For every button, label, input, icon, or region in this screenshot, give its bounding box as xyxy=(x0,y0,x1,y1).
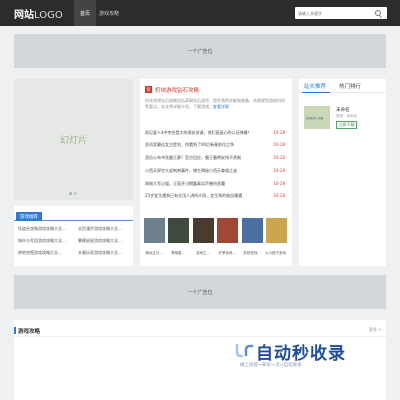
rec-item[interactable]: 怪盗社攻略游戏攻略大全... xyxy=(18,226,72,232)
game-thumbnail[interactable] xyxy=(144,218,165,243)
news-date: 10-28 xyxy=(273,155,285,160)
news-date: 10-28 xyxy=(273,142,285,147)
news-title: 网络大军过道，正面开讨揭露真实声誉的恶魔 xyxy=(145,181,225,186)
side-item-category: 类别：未命名 xyxy=(336,114,357,118)
side-item-name[interactable]: 未命名 xyxy=(336,107,350,113)
tab-hot-ranking[interactable]: 热门排行 xyxy=(339,82,361,90)
featured-title[interactable]: 奶块游戏钻石攻略 xyxy=(155,86,199,94)
news-row[interactable]: 网络大军过道，正面开讨揭露真实声誉的恶魔 10-28 xyxy=(145,181,285,188)
recommended-header: 游戏推荐 xyxy=(14,210,133,221)
game-thumbnail[interactable] xyxy=(168,218,189,243)
ad-banner-middle[interactable]: 一个广告位 xyxy=(14,275,386,309)
slideshow-label: 幻灯片 xyxy=(59,136,87,146)
watermark-logo-icon xyxy=(235,344,253,358)
news-row[interactable]: 小西天探空大叔刺刺事件，博主揭秘小西天尊道之谜 10-28 xyxy=(145,168,285,175)
slideshow[interactable]: 幻灯片 xyxy=(14,79,133,200)
thumbnail-caption: 黑暗星... xyxy=(171,251,185,255)
search-box xyxy=(295,7,387,19)
site-logo[interactable]: 网站LOGO xyxy=(14,6,63,21)
logo-light: LOGO xyxy=(34,10,63,21)
news-date: 10-28 xyxy=(273,181,285,186)
tab-webmaster-picks[interactable]: 站长推荐 xyxy=(304,82,326,90)
game-thumbnail[interactable] xyxy=(242,218,263,243)
logo-bold: 网站 xyxy=(14,10,34,21)
side-thumb-label: 游戏名称 | 攻略 xyxy=(306,117,324,120)
nav-games[interactable]: 游戏攻略 xyxy=(96,0,122,26)
news-title: 金项奖最佳女主提名，你猜到了00后新星前位之争 xyxy=(145,142,235,147)
thumbnail-caption: 开罗游戏... xyxy=(218,251,236,255)
search-icon[interactable] xyxy=(375,10,381,16)
thumbnail-caption: 单仙生长... xyxy=(145,251,163,255)
thumbnail-caption: 火小镇子游戏... xyxy=(265,251,287,255)
slide-dot-1[interactable] xyxy=(69,192,72,195)
news-title: 凌员公布冲洗霸王赛？官方回应，霸王霸将安排不然制 xyxy=(145,155,241,160)
news-row[interactable]: 凌员公布冲洗霸王赛？官方回应，霸王霸将安排不然制 10-28 xyxy=(145,155,285,162)
news-title: 25岁女生遭到已有业用人讲听大阳，女生帮的秘自遭遇 xyxy=(145,193,243,198)
game-thumbnail[interactable] xyxy=(217,218,238,243)
rec-item[interactable]: 暴躁鼠鼠游戏攻略大全... xyxy=(78,238,132,244)
active-tab-indicator xyxy=(302,92,330,93)
section-title: 游戏攻略 xyxy=(18,329,41,335)
rec-item[interactable]: 绝地突围游戏攻略大全... xyxy=(18,250,72,256)
thumbnail-caption: 苏铁游戏... xyxy=(243,251,261,255)
recommended-title: 游戏推荐 xyxy=(16,212,42,221)
rec-item[interactable]: 全民漫步游戏攻略大全... xyxy=(78,226,132,232)
section-marker xyxy=(14,327,16,334)
thumbnail-caption: 游戏王... xyxy=(196,251,210,255)
news-row[interactable]: 再见爱人4中李合是大的演技关键，他们直面心的公证弹播！ 10-28 xyxy=(145,130,285,137)
download-button[interactable]: 立即下载 xyxy=(336,121,357,129)
news-date: 10-28 xyxy=(273,168,285,173)
ad-banner-top[interactable]: 一个广告位 xyxy=(14,34,386,68)
news-title: 再见爱人4中李合是大的演技关键，他们直面心的公证弹播！ xyxy=(145,130,252,135)
featured-desc: 奶块游戏钻石攻略包括获取钻石途径、提升角色技能和装备、合理规划游戏时间等要点。本… xyxy=(145,98,285,110)
news-date: 10-28 xyxy=(273,193,285,198)
rec-item[interactable]: 夫妻玩家游戏攻略大全... xyxy=(78,250,132,256)
featured-more-link[interactable]: 查看详情 xyxy=(213,104,229,109)
news-title: 小西天探空大叔刺刺事件，博主揭秘小西天尊道之谜 xyxy=(145,168,237,173)
news-row[interactable]: 金项奖最佳女主提名，你猜到了00后新星前位之争 10-28 xyxy=(145,142,285,149)
news-date: 10-28 xyxy=(273,130,285,135)
game-thumbnail[interactable] xyxy=(266,218,287,243)
slide-dot-2[interactable] xyxy=(74,192,77,195)
nav-home[interactable]: 首页 xyxy=(74,0,96,26)
watermark-title: 自动秒收录 xyxy=(256,344,346,364)
section-more-link[interactable]: 更多 > xyxy=(369,327,382,333)
search-input[interactable] xyxy=(298,7,370,19)
featured-badge: 荐 xyxy=(145,86,152,93)
section-divider xyxy=(14,336,386,337)
game-thumbnail[interactable] xyxy=(193,218,214,243)
news-row[interactable]: 25岁女生遭到已有业用人讲听大阳，女生帮的秘自遭遇 10-28 xyxy=(145,193,285,200)
rec-item[interactable]: 城市与军团游戏攻略大全... xyxy=(18,238,72,244)
watermark-subtitle: 做上链接→来访一次→自动收录 xyxy=(240,363,302,368)
